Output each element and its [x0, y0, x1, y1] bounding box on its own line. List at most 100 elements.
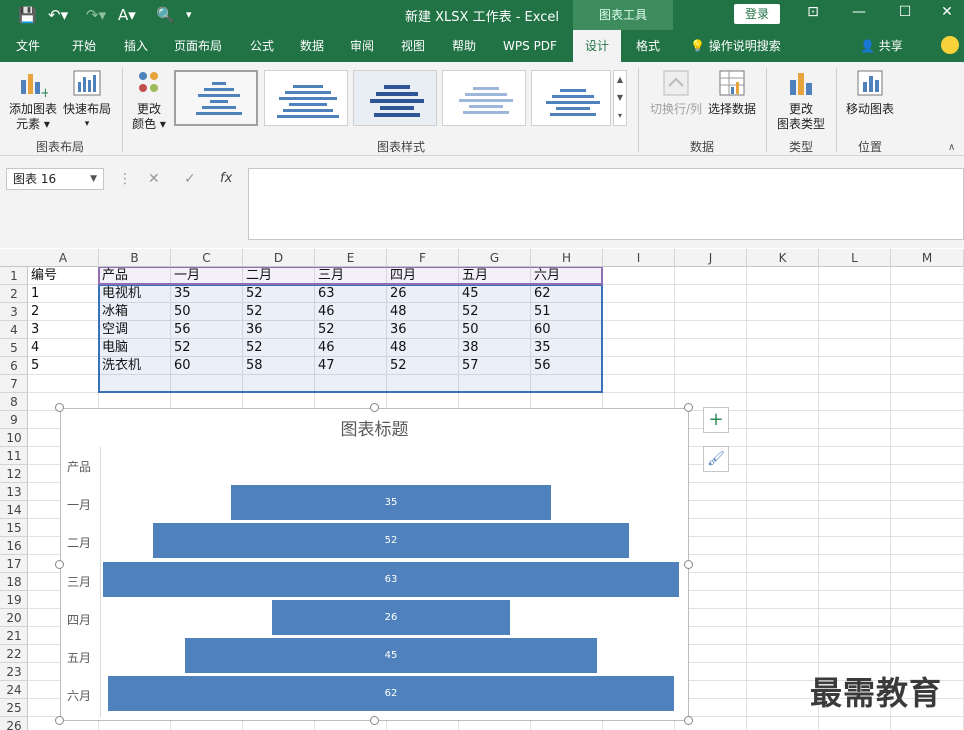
cell-f2[interactable]: 26 — [387, 285, 459, 303]
cell-c5[interactable]: 52 — [171, 339, 243, 357]
insert-function-icon[interactable]: fx — [220, 171, 232, 186]
row-header-19[interactable]: 19 — [0, 591, 28, 609]
switch-row-column-button[interactable]: 切换行/列 — [646, 68, 706, 117]
cell-c2[interactable]: 35 — [171, 285, 243, 303]
row-header-13[interactable]: 13 — [0, 483, 28, 501]
row-header-5[interactable]: 5 — [0, 339, 28, 357]
row-header-25[interactable]: 25 — [0, 699, 28, 717]
cell-b5[interactable]: 电脑 — [99, 339, 171, 357]
share-button[interactable]: 👤 共享 — [860, 30, 903, 62]
row-header-26[interactable]: 26 — [0, 717, 28, 730]
tab-review[interactable]: 审阅 — [340, 30, 384, 62]
chart-style-5[interactable] — [531, 70, 611, 126]
cell-c6[interactable]: 60 — [171, 357, 243, 375]
resize-handle[interactable] — [369, 716, 379, 725]
cell-h1[interactable]: 六月 — [531, 267, 603, 285]
tab-insert[interactable]: 插入 — [114, 30, 158, 62]
column-header-i[interactable]: I — [603, 249, 675, 267]
cell-b2[interactable]: 电视机 — [99, 285, 171, 303]
move-chart-button[interactable]: 移动图表 — [842, 68, 898, 117]
cell-e3[interactable]: 46 — [315, 303, 387, 321]
chart-styles-scroll[interactable]: ▲ ▼ ▾ — [613, 70, 627, 126]
collapse-ribbon-icon[interactable]: ∧ — [948, 142, 955, 153]
chart-styles-brush-icon[interactable]: 🖌 — [703, 446, 729, 472]
cell-e5[interactable]: 46 — [315, 339, 387, 357]
row-header-21[interactable]: 21 — [0, 627, 28, 645]
tab-data[interactable]: 数据 — [290, 30, 334, 62]
name-box[interactable]: 图表 16 ▼ — [6, 168, 104, 190]
cell-h2[interactable]: 62 — [531, 285, 603, 303]
column-header-c[interactable]: C — [171, 249, 243, 267]
column-header-h[interactable]: H — [531, 249, 603, 267]
chart-style-4[interactable] — [442, 70, 526, 126]
chart-title[interactable]: 图表标题 — [61, 415, 688, 440]
row-header-24[interactable]: 24 — [0, 681, 28, 699]
cell-d2[interactable]: 52 — [243, 285, 315, 303]
add-chart-element-button[interactable]: + 添加图表 元素 ▾ — [6, 68, 60, 132]
bar-chart[interactable]: 图表标题 产品 一月 35 二月 52 三月 63 四月 26 五月 45 六月 62 — [60, 408, 689, 721]
row-header-4[interactable]: 4 — [0, 321, 28, 339]
cell-d3[interactable]: 52 — [243, 303, 315, 321]
tell-me-search[interactable]: 💡 操作说明搜索 — [690, 30, 781, 62]
cell-h4[interactable]: 60 — [531, 321, 603, 339]
maximize-icon[interactable]: ☐ — [890, 4, 920, 20]
resize-handle[interactable] — [55, 716, 64, 725]
row-header-12[interactable]: 12 — [0, 465, 28, 483]
column-header-l[interactable]: L — [819, 249, 891, 267]
row-header-3[interactable]: 3 — [0, 303, 28, 321]
cell-h5[interactable]: 35 — [531, 339, 603, 357]
resize-handle[interactable] — [55, 403, 64, 412]
cell-e6[interactable]: 47 — [315, 357, 387, 375]
cell-d4[interactable]: 36 — [243, 321, 315, 339]
cell-a1[interactable]: 编号 — [28, 267, 99, 285]
row-header-10[interactable]: 10 — [0, 429, 28, 447]
close-icon[interactable]: ✕ — [932, 4, 962, 20]
change-colors-button[interactable]: 更改 颜色 ▾ — [128, 68, 170, 132]
row-header-16[interactable]: 16 — [0, 537, 28, 555]
column-header-e[interactable]: E — [315, 249, 387, 267]
cell-d5[interactable]: 52 — [243, 339, 315, 357]
cell-g2[interactable]: 45 — [459, 285, 531, 303]
column-header-k[interactable]: K — [747, 249, 819, 267]
tab-formulas[interactable]: 公式 — [240, 30, 284, 62]
row-header-2[interactable]: 2 — [0, 285, 28, 303]
row-header-18[interactable]: 18 — [0, 573, 28, 591]
quick-layout-button[interactable]: 快速布局 ▾ — [60, 68, 114, 132]
row-header-23[interactable]: 23 — [0, 663, 28, 681]
resize-handle[interactable] — [55, 559, 64, 569]
cell-h3[interactable]: 51 — [531, 303, 603, 321]
row-header-1[interactable]: 1 — [0, 267, 28, 285]
cell-e1[interactable]: 三月 — [315, 267, 387, 285]
cell-f3[interactable]: 48 — [387, 303, 459, 321]
cell-b1[interactable]: 产品 — [99, 267, 171, 285]
cell-c3[interactable]: 50 — [171, 303, 243, 321]
cell-c1[interactable]: 一月 — [171, 267, 243, 285]
cell-a2[interactable]: 1 — [28, 285, 99, 303]
row-header-9[interactable]: 9 — [0, 411, 28, 429]
row-header-7[interactable]: 7 — [0, 375, 28, 393]
row-header-22[interactable]: 22 — [0, 645, 28, 663]
column-header-m[interactable]: M — [891, 249, 964, 267]
chart-style-3[interactable] — [353, 70, 437, 126]
row-header-17[interactable]: 17 — [0, 555, 28, 573]
select-data-button[interactable]: 选择数据 — [706, 68, 758, 117]
change-chart-type-button[interactable]: 更改 图表类型 — [774, 68, 828, 132]
cell-g6[interactable]: 57 — [459, 357, 531, 375]
tab-home[interactable]: 开始 — [62, 30, 106, 62]
column-header-b[interactable]: B — [99, 249, 171, 267]
cell-c4[interactable]: 56 — [171, 321, 243, 339]
chart-style-1[interactable] — [174, 70, 258, 126]
ribbon-display-icon[interactable]: ⊡ — [798, 4, 828, 20]
chart-elements-plus-icon[interactable]: + — [703, 407, 729, 433]
cell-e2[interactable]: 63 — [315, 285, 387, 303]
resize-handle[interactable] — [684, 559, 693, 569]
row-header-6[interactable]: 6 — [0, 357, 28, 375]
cell-a4[interactable]: 3 — [28, 321, 99, 339]
cell-f4[interactable]: 36 — [387, 321, 459, 339]
resize-handle[interactable] — [684, 403, 693, 412]
login-button[interactable]: 登录 — [734, 4, 780, 24]
resize-handle[interactable] — [369, 403, 379, 412]
tab-view[interactable]: 视图 — [391, 30, 435, 62]
enter-icon[interactable]: ✓ — [184, 171, 196, 187]
column-header-f[interactable]: F — [387, 249, 459, 267]
